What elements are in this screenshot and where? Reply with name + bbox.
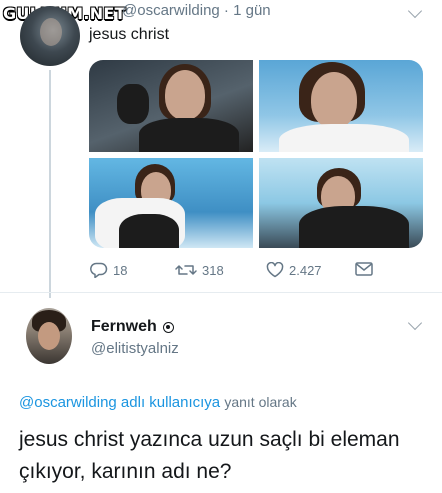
- like-count: 2.427: [289, 262, 322, 278]
- retweet-count: 318: [202, 262, 224, 278]
- tweet1-actions: 18 318 2.427: [0, 262, 442, 282]
- reply-button[interactable]: 18: [90, 262, 127, 278]
- reply-to-suffix: yanıt olarak: [224, 394, 297, 410]
- reply-to-link[interactable]: @oscarwilding adlı kullanıcıya: [19, 394, 220, 411]
- photo-grid: [89, 60, 423, 248]
- tweet1-text: jesus christ: [89, 26, 170, 43]
- chevron-down-icon[interactable]: [407, 315, 423, 331]
- retweet-button[interactable]: 318: [175, 262, 224, 278]
- display-name[interactable]: Fernweh: [91, 318, 157, 336]
- tweet1-handle-time[interactable]: @oscarwilding · 1 gün: [122, 2, 271, 19]
- chevron-down-icon[interactable]: [407, 3, 423, 19]
- like-button[interactable]: 2.427: [266, 262, 322, 278]
- photo-2[interactable]: [259, 60, 423, 152]
- username[interactable]: @elitistyalniz: [91, 340, 179, 357]
- reply-icon: [90, 262, 108, 278]
- reply-context: @oscarwilding adlı kullanıcıya yanıt ola…: [19, 394, 297, 411]
- avatar[interactable]: [26, 308, 72, 364]
- badge-icon: [162, 321, 174, 333]
- divider: [0, 292, 442, 293]
- message-button[interactable]: [355, 262, 373, 276]
- tweet2-name-row: Fernweh: [91, 318, 174, 336]
- photo-4[interactable]: [259, 158, 423, 248]
- tweet2-text: jesus christ yazınca uzun saçlı bi elema…: [19, 428, 400, 483]
- like-icon: [266, 262, 284, 278]
- message-icon: [355, 262, 373, 276]
- avatar[interactable]: [20, 6, 80, 66]
- retweet-icon: [175, 265, 197, 275]
- photo-1[interactable]: [89, 60, 253, 152]
- reply-count: 18: [113, 262, 128, 278]
- photo-3[interactable]: [89, 158, 253, 248]
